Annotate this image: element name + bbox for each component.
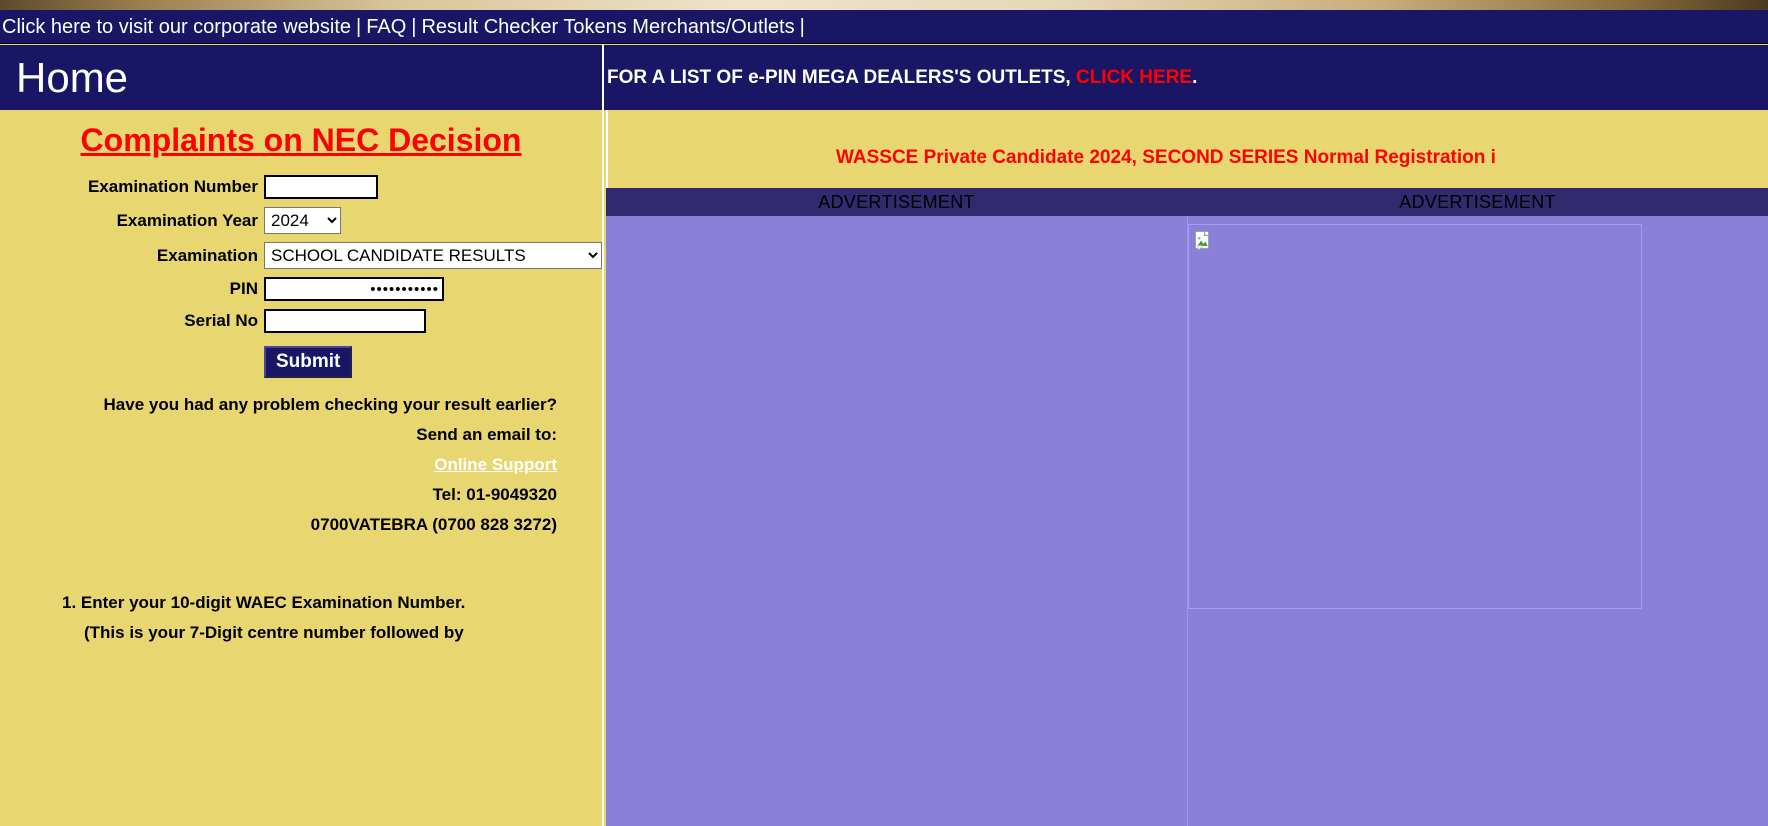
broken-image-icon <box>1194 231 1209 251</box>
examination-type-select[interactable]: SCHOOL CANDIDATE RESULTS <box>264 242 602 269</box>
complaints-heading-wrapper: Complaints on NEC Decision <box>0 122 602 159</box>
form-row-exam-number: Examination Number <box>0 171 602 203</box>
support-vatebra-line: 0700VATEBRA (0700 828 3272) <box>310 515 557 534</box>
pin-label: PIN <box>229 279 258 298</box>
form-row-examination: Examination SCHOOL CANDIDATE RESULTS <box>0 238 602 273</box>
advertisement-body-row <box>606 216 1768 826</box>
serial-no-input[interactable] <box>264 309 426 333</box>
result-checker-form: Examination Number Examination Year 2024… <box>0 171 602 382</box>
complaints-on-nec-decision-link[interactable]: Complaints on NEC Decision <box>81 122 522 159</box>
pin-input[interactable] <box>264 277 444 301</box>
advertisement-pane-right[interactable] <box>1186 216 1768 826</box>
dealer-click-here-link[interactable]: CLICK HERE <box>1076 67 1192 88</box>
submit-spacer <box>0 337 264 382</box>
support-tel-line: Tel: 01-9049320 <box>432 485 557 504</box>
right-advertisement-column: WASSCE Private Candidate 2024, SECOND SE… <box>606 110 1768 826</box>
nav-text-group: Click here to visit our corporate websit… <box>2 15 810 39</box>
dealer-prefix-text: FOR A LIST OF e-PIN MEGA DEALERS'S OUTLE… <box>607 66 1076 88</box>
nav-link-result-checker-tokens[interactable]: Result Checker Tokens Merchants/Outlets <box>421 16 794 38</box>
advertisement-header-left: ADVERTISEMENT <box>818 192 975 212</box>
pin-field-cell <box>264 273 602 305</box>
marquee-announcement-text: WASSCE Private Candidate 2024, SECOND SE… <box>836 147 1496 168</box>
dealer-suffix-text: . <box>1192 66 1198 88</box>
support-info-block: Have you had any problem checking your r… <box>0 390 602 540</box>
page-root: Click here to visit our corporate websit… <box>0 0 1768 826</box>
advertisement-header-right: ADVERTISEMENT <box>1399 192 1556 212</box>
nav-separator-3: | <box>799 15 805 38</box>
exam-number-input[interactable] <box>264 175 378 199</box>
form-row-exam-year: Examination Year 2024 <box>0 203 602 238</box>
top-navigation-bar: Click here to visit our corporate websit… <box>0 10 1768 44</box>
submit-button[interactable]: Submit <box>264 346 353 378</box>
serial-no-label: Serial No <box>184 311 258 330</box>
nav-separator-1: | <box>356 15 362 38</box>
submit-button-cell: Submit <box>264 337 602 382</box>
serial-no-field-cell <box>264 305 602 337</box>
examination-field-cell: SCHOOL CANDIDATE RESULTS <box>264 238 602 273</box>
exam-number-field-cell <box>264 171 602 203</box>
instruction-line-2: (This is your 7-Digit centre number foll… <box>84 623 464 642</box>
left-form-column: Complaints on NEC Decision Examination N… <box>0 110 604 826</box>
advertisement-pane-left[interactable] <box>606 216 1187 826</box>
support-email-line: Send an email to: <box>416 425 557 444</box>
top-decorative-strip <box>0 0 1768 10</box>
nav-separator-2: | <box>411 15 417 38</box>
exam-year-label: Examination Year <box>116 210 258 230</box>
nav-link-faq[interactable]: FAQ <box>366 16 406 38</box>
exam-number-label: Examination Number <box>87 177 258 196</box>
marquee-band: WASSCE Private Candidate 2024, SECOND SE… <box>606 110 1768 188</box>
online-support-link[interactable]: Online Support <box>434 455 557 474</box>
support-problem-line: Have you had any problem checking your r… <box>103 395 557 414</box>
header-band: Home FOR A LIST OF e-PIN MEGA DEALERS'S … <box>0 45 1768 110</box>
nav-link-corporate-website[interactable]: Click here to visit our corporate websit… <box>2 16 351 38</box>
advertisement-image-placeholder[interactable] <box>1187 224 1642 609</box>
examination-label: Examination <box>156 245 258 265</box>
dealer-announcement-cell: FOR A LIST OF e-PIN MEGA DEALERS'S OUTLE… <box>606 45 1768 110</box>
home-title-cell: Home <box>0 45 604 110</box>
instruction-line-1: 1. Enter your 10-digit WAEC Examination … <box>62 593 466 612</box>
advertisement-header-row: ADVERTISEMENT ADVERTISEMENT <box>606 188 1768 216</box>
instructions-block: 1. Enter your 10-digit WAEC Examination … <box>0 588 602 648</box>
exam-year-field-cell: 2024 <box>264 203 602 238</box>
form-row-submit: Submit <box>0 337 602 382</box>
page-title: Home <box>16 53 129 101</box>
dealer-announcement-text: FOR A LIST OF e-PIN MEGA DEALERS'S OUTLE… <box>607 67 1197 89</box>
form-row-serial: Serial No <box>0 305 602 337</box>
support-link-line: Online Support <box>0 450 557 480</box>
exam-year-select[interactable]: 2024 <box>264 207 341 234</box>
form-row-pin: PIN <box>0 273 602 305</box>
